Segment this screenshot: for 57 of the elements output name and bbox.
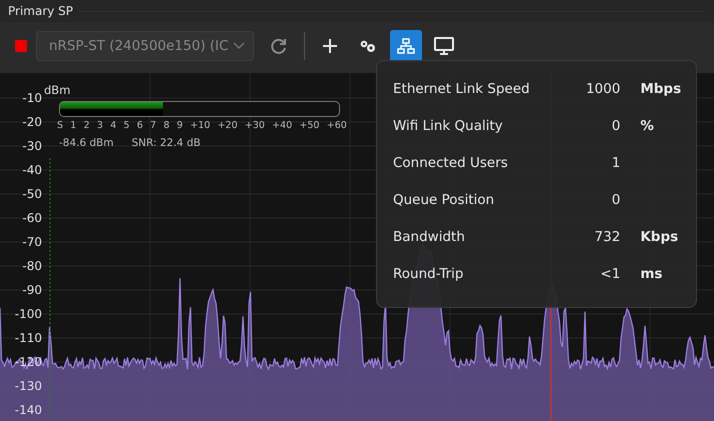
- y-axis-label: -140: [14, 402, 42, 419]
- power-reading: -84.6 dBm: [59, 137, 114, 149]
- y-axis-label: -70: [21, 234, 42, 251]
- network-button[interactable]: [390, 30, 422, 62]
- panel-title: Primary SP: [8, 4, 74, 18]
- s-meter-scale-label: 3: [96, 120, 103, 131]
- gears-icon: [359, 39, 377, 53]
- y-axis-label: -20: [21, 114, 42, 131]
- status-value: 1000: [584, 80, 620, 96]
- y-axis-label: -90: [21, 282, 42, 299]
- s-meter-scale-label: 5: [124, 120, 130, 131]
- status-value: 732: [594, 228, 620, 244]
- status-label: Wifi Link Quality: [393, 118, 504, 134]
- y-axis-label: -40: [21, 162, 42, 179]
- refresh-icon: [270, 37, 288, 55]
- status-value: 1: [610, 154, 620, 170]
- s-meter-scale-label: S: [57, 120, 64, 131]
- stop-icon: [15, 40, 27, 52]
- s-meter-scale-label: 4: [110, 120, 116, 131]
- s-meter-scale-label: 6: [136, 120, 143, 131]
- s-meter-scale-label: +20: [217, 120, 238, 131]
- status-value: 0: [610, 192, 620, 208]
- s-meter-scale-label: 1: [70, 120, 76, 131]
- status-unit: Kbps: [640, 228, 678, 244]
- status-label: Bandwidth: [393, 228, 466, 244]
- y-axis-label: -100: [14, 306, 42, 323]
- monitor-icon: [434, 37, 454, 55]
- y-axis-unit: dBm: [44, 83, 72, 97]
- s-meter-scale-label: 9: [176, 120, 183, 131]
- y-axis-label: -80: [21, 258, 42, 275]
- s-meter-scale-label: +40: [272, 120, 292, 131]
- status-unit: Mbps: [640, 80, 682, 96]
- y-axis-label: -50: [21, 186, 42, 203]
- s-meter-scale-label: +10: [190, 120, 210, 131]
- plus-icon: [322, 38, 338, 54]
- status-label: Round-Trip: [393, 266, 464, 282]
- y-axis-label: -10: [21, 90, 42, 107]
- status-value: 0: [610, 118, 620, 134]
- status-label: Ethernet Link Speed: [393, 80, 531, 96]
- s-meter-scale-label: +50: [299, 120, 320, 131]
- y-axis-label: -30: [21, 138, 42, 155]
- network-icon: [397, 38, 415, 54]
- status-unit: %: [640, 118, 654, 134]
- snr-reading: SNR: 22.4 dB: [132, 137, 201, 149]
- s-meter-scale-label: 8: [163, 120, 170, 131]
- s-meter-scale-label: +60: [326, 120, 347, 131]
- s-meter-scale-label: 2: [84, 120, 90, 131]
- status-label: Connected Users: [393, 154, 509, 170]
- y-axis-label: -60: [21, 210, 42, 227]
- s-meter-scale-label: +30: [244, 120, 265, 131]
- chevron-icon: [233, 42, 245, 50]
- s-meter-scale-label: 7: [150, 120, 156, 131]
- status-unit: ms: [640, 266, 662, 282]
- status-value: <1: [599, 266, 620, 282]
- y-axis-label: -110: [14, 330, 42, 347]
- y-axis-label: -130: [14, 378, 42, 395]
- status-label: Queue Position: [393, 192, 496, 208]
